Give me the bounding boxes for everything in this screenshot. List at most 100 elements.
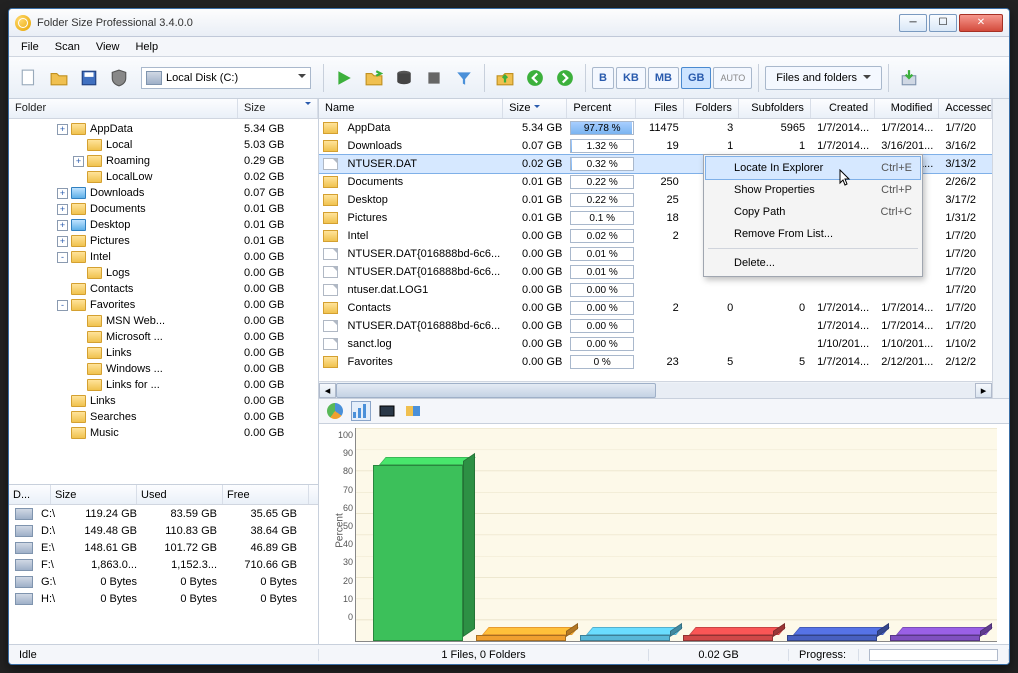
scan-folder-button[interactable] — [360, 64, 388, 92]
tree-item[interactable]: Microsoft ...0.00 GB — [9, 329, 318, 345]
detail-col-percent[interactable]: Percent — [567, 99, 635, 118]
chart-bar[interactable] — [373, 465, 463, 641]
minimize-button[interactable]: ─ — [899, 14, 927, 32]
menu-view[interactable]: View — [88, 39, 128, 55]
save-button[interactable] — [75, 64, 103, 92]
menu-item[interactable]: Delete... — [706, 252, 920, 274]
tree-item[interactable]: -Intel0.00 GB — [9, 249, 318, 265]
size-unit-auto[interactable]: AUTO — [713, 67, 752, 89]
tree-expander[interactable]: - — [57, 252, 68, 263]
size-unit-b[interactable]: B — [592, 67, 614, 89]
tree-expander[interactable]: + — [57, 236, 68, 247]
tree-item[interactable]: MSN Web...0.00 GB — [9, 313, 318, 329]
shield-button[interactable] — [105, 64, 133, 92]
drive-row[interactable]: F:\1,863.0...1,152.3...710.66 GB — [9, 556, 318, 573]
stop-button[interactable] — [420, 64, 448, 92]
drives-list[interactable]: C:\119.24 GB83.59 GB35.65 GBD:\149.48 GB… — [9, 505, 318, 644]
filter-button[interactable] — [450, 64, 478, 92]
tree-expander[interactable]: - — [57, 300, 68, 311]
chart-bar[interactable] — [683, 635, 773, 641]
menu-item[interactable]: Remove From List... — [706, 223, 920, 245]
drives-col-used[interactable]: Used — [137, 485, 223, 504]
menu-scan[interactable]: Scan — [47, 39, 88, 55]
drive-row[interactable]: C:\119.24 GB83.59 GB35.65 GB — [9, 505, 318, 522]
tree-item[interactable]: -Favorites0.00 GB — [9, 297, 318, 313]
up-button[interactable] — [491, 64, 519, 92]
detail-col-modified[interactable]: Modified — [875, 99, 939, 118]
tree-item[interactable]: +Desktop0.01 GB — [9, 217, 318, 233]
drive-row[interactable]: E:\148.61 GB101.72 GB46.89 GB — [9, 539, 318, 556]
scroll-left-button[interactable]: ◂ — [319, 383, 336, 398]
tree-col-folder[interactable]: Folder — [9, 99, 238, 118]
scrollbar-thumb[interactable] — [336, 383, 656, 398]
drives-col-size[interactable]: Size — [51, 485, 137, 504]
menu-help[interactable]: Help — [127, 39, 166, 55]
horizontal-scrollbar[interactable]: ◂ ▸ — [319, 381, 992, 398]
chart-bar[interactable] — [580, 635, 670, 641]
tree-item[interactable]: Contacts0.00 GB — [9, 281, 318, 297]
detail-row[interactable]: Downloads0.07 GB1.32 %19111/7/2014...3/1… — [319, 137, 992, 155]
tree-item[interactable]: +Documents0.01 GB — [9, 201, 318, 217]
tree-col-size[interactable]: Size — [238, 99, 318, 118]
drives-col-drive[interactable]: D... — [9, 485, 51, 504]
tree-item[interactable]: LocalLow0.02 GB — [9, 169, 318, 185]
size-unit-gb[interactable]: GB — [681, 67, 712, 89]
chart-pie-button[interactable] — [325, 401, 345, 421]
menu-item[interactable]: Copy PathCtrl+C — [706, 201, 920, 223]
chart-view-button[interactable] — [377, 401, 397, 421]
tree-item[interactable]: Links for ...0.00 GB — [9, 377, 318, 393]
tree-item[interactable]: +Roaming0.29 GB — [9, 153, 318, 169]
tree-item[interactable]: Local5.03 GB — [9, 137, 318, 153]
folder-tree[interactable]: +AppData5.34 GBLocal5.03 GB+Roaming0.29 … — [9, 119, 318, 484]
detail-row[interactable]: AppData5.34 GB97.78 %11475359651/7/2014.… — [319, 119, 992, 137]
detail-col-size[interactable]: Size — [503, 99, 567, 118]
tree-item[interactable]: Logs0.00 GB — [9, 265, 318, 281]
tree-expander[interactable]: + — [57, 220, 68, 231]
drive-row[interactable]: H:\0 Bytes0 Bytes0 Bytes — [9, 590, 318, 607]
drive-row[interactable]: D:\149.48 GB110.83 GB38.64 GB — [9, 522, 318, 539]
menu-item[interactable]: Show PropertiesCtrl+P — [706, 179, 920, 201]
tree-item[interactable]: Links0.00 GB — [9, 345, 318, 361]
tree-item[interactable]: Music0.00 GB — [9, 425, 318, 441]
filter-dropdown[interactable]: Files and folders — [765, 66, 882, 90]
tree-item[interactable]: +AppData5.34 GB — [9, 121, 318, 137]
detail-row[interactable]: sanct.log0.00 GB0.00 %1/10/201...1/10/20… — [319, 335, 992, 353]
detail-col-created[interactable]: Created — [811, 99, 875, 118]
chart-bar[interactable] — [890, 635, 980, 641]
play-button[interactable] — [330, 64, 358, 92]
back-button[interactable] — [521, 64, 549, 92]
forward-button[interactable] — [551, 64, 579, 92]
detail-col-name[interactable]: Name — [319, 99, 503, 118]
tree-expander[interactable]: + — [57, 204, 68, 215]
tree-item[interactable]: +Pictures0.01 GB — [9, 233, 318, 249]
tree-expander[interactable]: + — [57, 188, 68, 199]
detail-row[interactable]: NTUSER.DAT{016888bd-6c6...0.00 GB0.00 %1… — [319, 317, 992, 335]
drive-row[interactable]: G:\0 Bytes0 Bytes0 Bytes — [9, 573, 318, 590]
detail-col-accessed[interactable]: Accessed — [939, 99, 992, 118]
menu-item[interactable]: Locate In ExplorerCtrl+E — [706, 157, 920, 179]
detail-col-folders[interactable]: Folders — [684, 99, 739, 118]
chart-options-button[interactable] — [403, 401, 423, 421]
close-button[interactable]: ✕ — [959, 14, 1003, 32]
detail-col-subfolders[interactable]: Subfolders — [739, 99, 811, 118]
scan-drive-button[interactable] — [390, 64, 418, 92]
drives-col-free[interactable]: Free — [223, 485, 309, 504]
tree-item[interactable]: Windows ...0.00 GB — [9, 361, 318, 377]
tree-item[interactable]: Links0.00 GB — [9, 393, 318, 409]
scroll-right-button[interactable]: ▸ — [975, 383, 992, 398]
tree-expander[interactable]: + — [73, 156, 84, 167]
drive-select[interactable]: Local Disk (C:) — [141, 67, 311, 89]
export-button[interactable] — [895, 64, 923, 92]
size-unit-kb[interactable]: KB — [616, 67, 646, 89]
detail-row[interactable]: Favorites0.00 GB0 %23551/7/2014...2/12/2… — [319, 353, 992, 371]
detail-col-files[interactable]: Files — [636, 99, 685, 118]
new-scan-button[interactable] — [15, 64, 43, 92]
chart-bar[interactable] — [476, 635, 566, 641]
menu-file[interactable]: File — [13, 39, 47, 55]
open-button[interactable] — [45, 64, 73, 92]
vertical-scrollbar[interactable] — [992, 99, 1009, 398]
chart-bar[interactable] — [787, 635, 877, 641]
chart-bar-button[interactable] — [351, 401, 371, 421]
tree-item[interactable]: Searches0.00 GB — [9, 409, 318, 425]
tree-expander[interactable]: + — [57, 124, 68, 135]
